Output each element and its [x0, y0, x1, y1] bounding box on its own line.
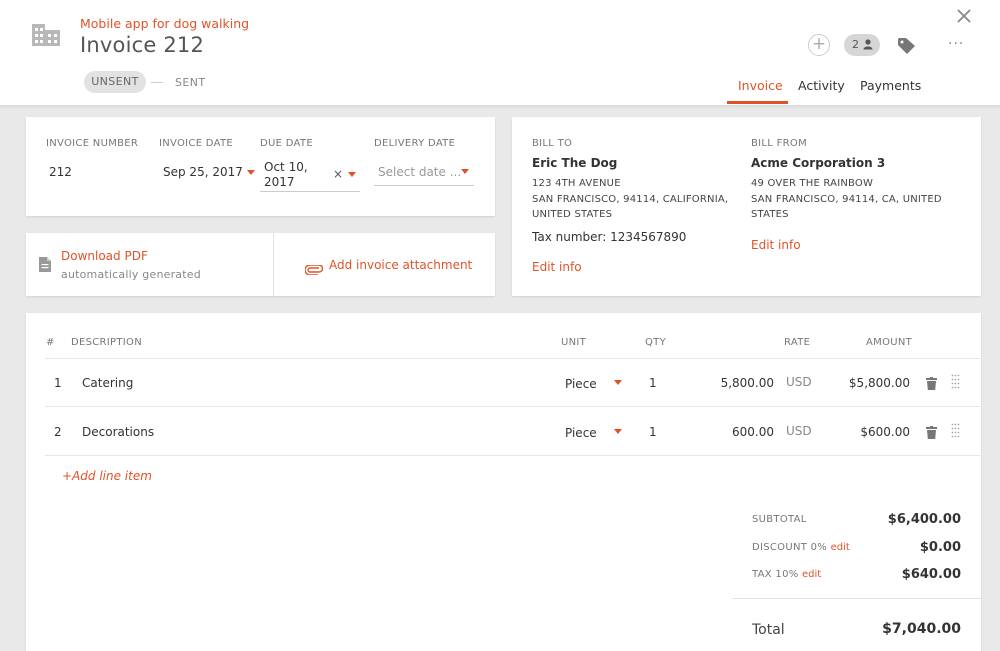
drag-handle-icon[interactable]	[951, 374, 960, 393]
row-rate[interactable]: 600.00	[690, 425, 774, 439]
bill-from-name: Acme Corporation 3	[751, 156, 886, 170]
status-unsent-step[interactable]: UNSENT	[84, 71, 146, 93]
unit-dropdown-icon[interactable]	[614, 380, 622, 385]
row-description[interactable]: Catering	[82, 376, 133, 390]
total-divider	[732, 598, 981, 599]
row-description[interactable]: Decorations	[82, 425, 154, 439]
unit-dropdown-icon[interactable]	[614, 429, 622, 434]
clear-date-icon[interactable]: ×	[333, 167, 343, 181]
line-items-card	[26, 313, 981, 651]
row-unit-select[interactable]: Piece	[565, 377, 597, 391]
due-date-underline	[260, 191, 360, 192]
row-qty[interactable]: 1	[649, 425, 657, 439]
delivery-date-dropdown-icon[interactable]	[461, 169, 469, 174]
bill-from-address-line2: SAN FRANCISCO, 94114, CA, UNITED	[751, 194, 942, 205]
due-date-field-line2[interactable]: 2017	[264, 175, 295, 189]
add-attachment-link[interactable]: Add invoice attachment	[329, 258, 472, 272]
more-options-icon[interactable]: ···	[948, 36, 964, 52]
invoice-date-field[interactable]: Sep 25, 2017	[163, 165, 243, 179]
total-value: $7,040.00	[882, 621, 961, 637]
discount-label: DISCOUNT 0%	[752, 542, 828, 553]
due-date-dropdown-icon[interactable]	[348, 172, 356, 177]
building-icon	[31, 21, 61, 51]
drag-handle-icon[interactable]	[951, 423, 960, 442]
due-date-field-line1[interactable]: Oct 10,	[264, 160, 308, 174]
invoice-date-dropdown-icon[interactable]	[247, 170, 255, 175]
attachments-divider	[273, 233, 274, 296]
subtotal-label: SUBTOTAL	[752, 514, 807, 525]
column-header-number: #	[46, 337, 55, 348]
tax-edit-link[interactable]: edit	[802, 569, 821, 580]
total-label: Total	[752, 622, 785, 638]
bill-to-edit-link[interactable]: Edit info	[532, 260, 582, 274]
row-number: 2	[54, 425, 62, 439]
trash-icon[interactable]	[926, 375, 937, 394]
header-divider	[45, 358, 980, 359]
row-divider	[45, 455, 980, 456]
row-currency: USD	[786, 424, 812, 438]
bill-from-edit-link[interactable]: Edit info	[751, 238, 801, 252]
active-tab-indicator	[727, 101, 788, 104]
delivery-date-label: DELIVERY DATE	[374, 138, 456, 149]
tax-label: TAX 10%	[752, 569, 799, 580]
add-person-button[interactable]: +	[808, 34, 830, 56]
row-qty[interactable]: 1	[649, 376, 657, 390]
bill-to-label: BILL TO	[532, 138, 573, 149]
add-line-item-link[interactable]: +Add line item	[62, 469, 152, 483]
column-header-qty: QTY	[645, 337, 666, 348]
page-title: Invoice 212	[80, 33, 205, 57]
tab-invoice[interactable]: Invoice	[738, 78, 783, 93]
discount-value: $0.00	[919, 540, 961, 555]
due-date-label: DUE DATE	[260, 138, 313, 149]
delivery-date-underline	[374, 185, 474, 186]
project-name[interactable]: Mobile app for dog walking	[80, 16, 249, 31]
tab-payments[interactable]: Payments	[860, 78, 921, 93]
tab-activity[interactable]: Activity	[798, 78, 845, 93]
invoice-date-label: INVOICE DATE	[159, 138, 234, 149]
person-icon	[863, 39, 873, 50]
invoice-header: Mobile app for dog walking Invoice 212 U…	[0, 0, 1000, 106]
bill-to-tax-number: Tax number: 1234567890	[532, 230, 687, 244]
row-rate[interactable]: 5,800.00	[690, 376, 774, 390]
row-amount: $5,800.00	[848, 376, 910, 390]
people-count: 2	[852, 38, 859, 51]
subtotal-value: $6,400.00	[887, 512, 961, 527]
paperclip-icon[interactable]	[304, 260, 324, 279]
attachments-card: Download PDF automatically generated Add…	[26, 233, 495, 296]
row-number: 1	[54, 376, 62, 390]
people-badge[interactable]: 2	[844, 34, 880, 56]
document-icon	[38, 256, 52, 277]
bill-from-label: BILL FROM	[751, 138, 808, 149]
bill-to-address-line3: UNITED STATES	[532, 209, 613, 220]
bill-from-address-line1: 49 OVER THE RAINBOW	[751, 178, 874, 189]
billing-card: BILL TO Eric The Dog 123 4TH AVENUE SAN …	[512, 117, 981, 296]
download-pdf-subtext: automatically generated	[61, 268, 201, 281]
column-header-rate: RATE	[784, 337, 811, 348]
invoice-number-field[interactable]: 212	[49, 165, 72, 179]
row-unit-select[interactable]: Piece	[565, 426, 597, 440]
tag-icon[interactable]	[897, 37, 917, 59]
status-sent-step[interactable]: SENT	[175, 76, 205, 89]
column-header-amount: AMOUNT	[866, 337, 913, 348]
delivery-date-field[interactable]: Select date ...	[378, 165, 461, 179]
tax-value: $640.00	[901, 567, 961, 582]
bill-to-name: Eric The Dog	[532, 156, 618, 170]
row-currency: USD	[786, 375, 812, 389]
bill-to-address-line1: 123 4TH AVENUE	[532, 178, 621, 189]
trash-icon[interactable]	[926, 424, 937, 443]
invoice-number-label: INVOICE NUMBER	[46, 138, 139, 149]
status-divider	[151, 82, 163, 83]
close-icon[interactable]	[955, 7, 973, 25]
bill-to-address-line2: SAN FRANCISCO, 94114, CALIFORNIA,	[532, 194, 729, 205]
row-amount: $600.00	[860, 425, 910, 439]
invoice-details-card: INVOICE NUMBER 212 INVOICE DATE Sep 25, …	[26, 117, 495, 216]
column-header-description: DESCRIPTION	[71, 337, 142, 348]
column-header-unit: UNIT	[561, 337, 587, 348]
row-divider	[45, 406, 980, 407]
download-pdf-link[interactable]: Download PDF	[61, 249, 148, 263]
bill-from-address-line3: STATES	[751, 209, 789, 220]
